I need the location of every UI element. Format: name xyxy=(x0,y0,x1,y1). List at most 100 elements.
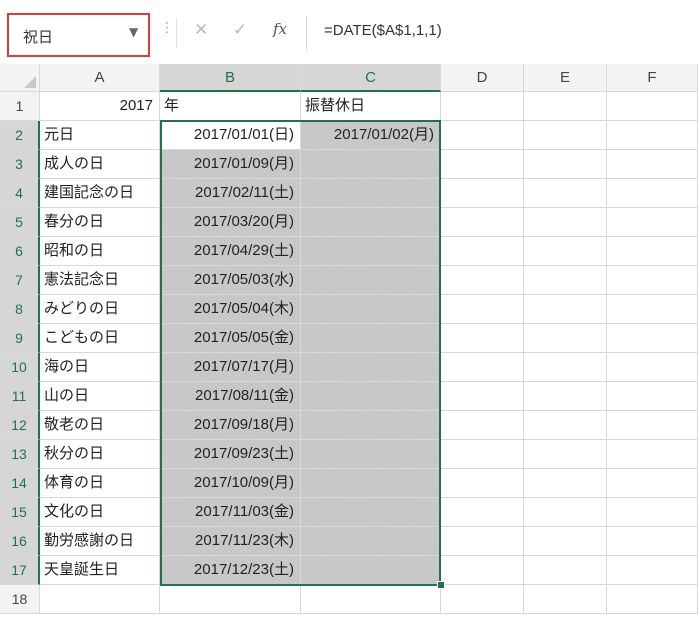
cell-b11[interactable]: 2017/08/11(金) xyxy=(160,382,301,411)
cell-b13[interactable]: 2017/09/23(土) xyxy=(160,440,301,469)
cell-d5[interactable] xyxy=(441,208,524,237)
row-header[interactable]: 2 xyxy=(0,121,40,150)
cell-d18[interactable] xyxy=(441,585,524,614)
cell-a5[interactable]: 春分の日 xyxy=(40,208,160,237)
cell-e15[interactable] xyxy=(524,498,607,527)
cell-b18[interactable] xyxy=(160,585,301,614)
cell-b4[interactable]: 2017/02/11(土) xyxy=(160,179,301,208)
cell-e12[interactable] xyxy=(524,411,607,440)
column-header-f[interactable]: F xyxy=(607,64,698,92)
cell-e5[interactable] xyxy=(524,208,607,237)
cell-a3[interactable]: 成人の日 xyxy=(40,150,160,179)
spreadsheet-grid[interactable]: A B C D E F 1 2017 年振替休日 2 元日 2017/01/01(日) 2017/01/… xyxy=(0,64,698,618)
cell-a11[interactable]: 山の日 xyxy=(40,382,160,411)
row-header[interactable]: 8 xyxy=(0,295,40,324)
chevron-down-icon[interactable]: ▼ xyxy=(129,25,138,39)
column-header-c[interactable]: C xyxy=(301,64,441,92)
column-header-b[interactable]: B xyxy=(160,64,301,92)
cell-d4[interactable] xyxy=(441,179,524,208)
column-header-a[interactable]: A xyxy=(40,64,160,92)
cell-c9[interactable] xyxy=(301,324,441,353)
cell-f13[interactable] xyxy=(607,440,698,469)
cell-b1[interactable]: 年 xyxy=(160,92,301,121)
cell-d3[interactable] xyxy=(441,150,524,179)
cell-d7[interactable] xyxy=(441,266,524,295)
cell-e8[interactable] xyxy=(524,295,607,324)
cell-d11[interactable] xyxy=(441,382,524,411)
cell-c14[interactable] xyxy=(301,469,441,498)
cell-b12[interactable]: 2017/09/18(月) xyxy=(160,411,301,440)
cell-e18[interactable] xyxy=(524,585,607,614)
cell-c5[interactable] xyxy=(301,208,441,237)
cell-b6[interactable]: 2017/04/29(土) xyxy=(160,237,301,266)
cell-a18[interactable] xyxy=(40,585,160,614)
cell-f10[interactable] xyxy=(607,353,698,382)
cancel-icon[interactable]: ✕ xyxy=(194,20,208,40)
cell-e1[interactable] xyxy=(524,92,607,121)
cell-f12[interactable] xyxy=(607,411,698,440)
cell-d2[interactable] xyxy=(441,121,524,150)
cell-a17[interactable]: 天皇誕生日 xyxy=(40,556,160,585)
cell-f6[interactable] xyxy=(607,237,698,266)
cell-a16[interactable]: 勤労感謝の日 xyxy=(40,527,160,556)
cell-f5[interactable] xyxy=(607,208,698,237)
cell-c6[interactable] xyxy=(301,237,441,266)
cell-c13[interactable] xyxy=(301,440,441,469)
cell-b15[interactable]: 2017/11/03(金) xyxy=(160,498,301,527)
drag-handle-icon[interactable]: ⋮ xyxy=(160,20,174,36)
cell-f4[interactable] xyxy=(607,179,698,208)
cell-e10[interactable] xyxy=(524,353,607,382)
cell-b14[interactable]: 2017/10/09(月) xyxy=(160,469,301,498)
cell-a6[interactable]: 昭和の日 xyxy=(40,237,160,266)
cell-e16[interactable] xyxy=(524,527,607,556)
row-header[interactable]: 15 xyxy=(0,498,40,527)
cell-d15[interactable] xyxy=(441,498,524,527)
row-header[interactable]: 17 xyxy=(0,556,40,585)
row-header[interactable]: 18 xyxy=(0,585,40,614)
cell-f7[interactable] xyxy=(607,266,698,295)
row-header[interactable]: 11 xyxy=(0,382,40,411)
row-header[interactable]: 14 xyxy=(0,469,40,498)
cell-c7[interactable] xyxy=(301,266,441,295)
cell-b7[interactable]: 2017/05/03(水) xyxy=(160,266,301,295)
name-box[interactable]: 祝日 ▼ xyxy=(7,13,150,57)
cell-e7[interactable] xyxy=(524,266,607,295)
cell-e14[interactable] xyxy=(524,469,607,498)
cell-a9[interactable]: こどもの日 xyxy=(40,324,160,353)
cell-b5[interactable]: 2017/03/20(月) xyxy=(160,208,301,237)
row-header[interactable]: 12 xyxy=(0,411,40,440)
cell-a13[interactable]: 秋分の日 xyxy=(40,440,160,469)
cell-f17[interactable] xyxy=(607,556,698,585)
cell-a8[interactable]: みどりの日 xyxy=(40,295,160,324)
cell-f15[interactable] xyxy=(607,498,698,527)
cell-d10[interactable] xyxy=(441,353,524,382)
cell-a4[interactable]: 建国記念の日 xyxy=(40,179,160,208)
cell-b2[interactable]: 2017/01/01(日) xyxy=(160,121,301,150)
row-header[interactable]: 4 xyxy=(0,179,40,208)
cell-c1[interactable]: 振替休日 xyxy=(301,92,441,121)
cell-a7[interactable]: 憲法記念日 xyxy=(40,266,160,295)
formula-input[interactable]: =DATE($A$1,1,1) xyxy=(324,22,442,39)
cell-c4[interactable] xyxy=(301,179,441,208)
cell-b10[interactable]: 2017/07/17(月) xyxy=(160,353,301,382)
cell-c11[interactable] xyxy=(301,382,441,411)
column-header-d[interactable]: D xyxy=(441,64,524,92)
cell-f8[interactable] xyxy=(607,295,698,324)
cell-d1[interactable] xyxy=(441,92,524,121)
cell-e13[interactable] xyxy=(524,440,607,469)
cell-c2[interactable]: 2017/01/02(月) xyxy=(301,121,441,150)
cell-c12[interactable] xyxy=(301,411,441,440)
cell-b3[interactable]: 2017/01/09(月) xyxy=(160,150,301,179)
cell-f3[interactable] xyxy=(607,150,698,179)
cell-c18[interactable] xyxy=(301,585,441,614)
cell-d13[interactable] xyxy=(441,440,524,469)
cell-b17[interactable]: 2017/12/23(土) xyxy=(160,556,301,585)
cell-c15[interactable] xyxy=(301,498,441,527)
cell-d6[interactable] xyxy=(441,237,524,266)
cell-c16[interactable] xyxy=(301,527,441,556)
row-header[interactable]: 16 xyxy=(0,527,40,556)
cell-d8[interactable] xyxy=(441,295,524,324)
row-header[interactable]: 1 xyxy=(0,92,40,121)
row-header[interactable]: 6 xyxy=(0,237,40,266)
enter-icon[interactable]: ✓ xyxy=(233,20,247,40)
